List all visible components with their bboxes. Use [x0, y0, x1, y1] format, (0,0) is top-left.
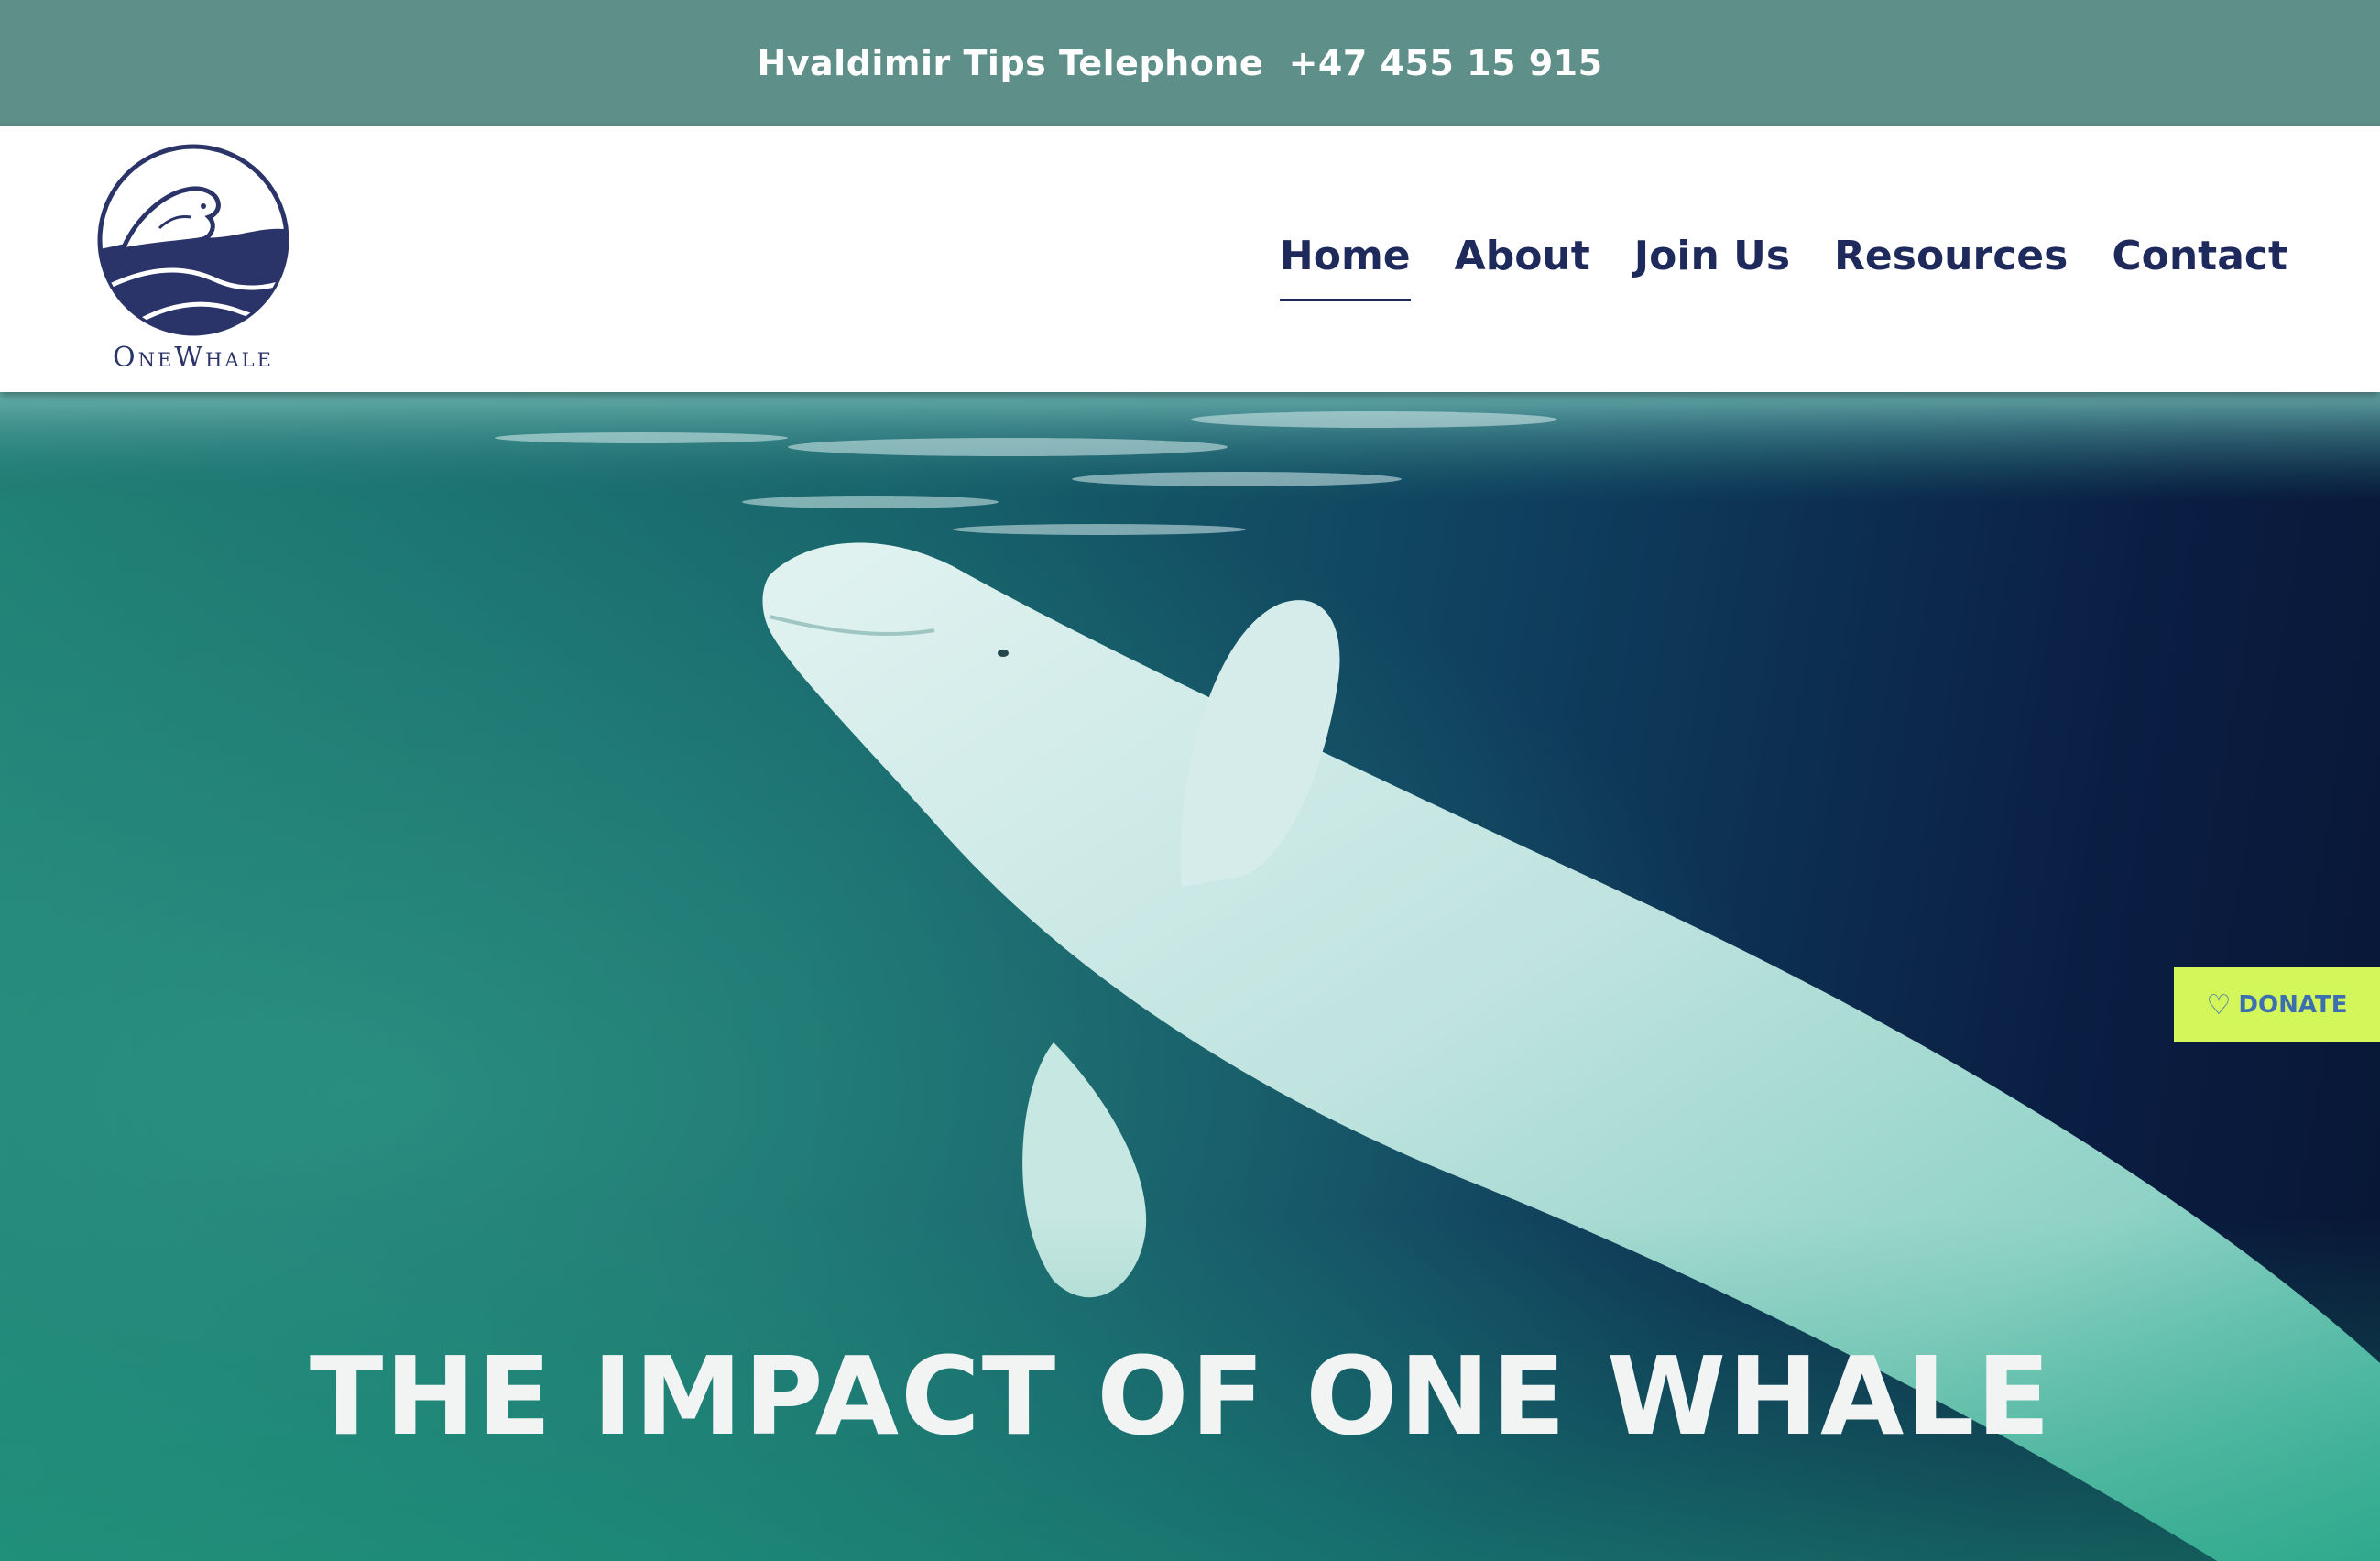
hero-title: THE IMPACT OF ONE WHALE	[309, 1333, 2053, 1459]
nav-item-home[interactable]: Home	[1279, 233, 1411, 301]
donate-button[interactable]: ♡ DONATE	[2174, 967, 2380, 1042]
main-navigation: Home About Join Us Resources Contact	[1279, 233, 2287, 301]
nav-item-contact[interactable]: Contact	[2112, 233, 2287, 301]
tips-announcement-bar: Hvaldimir Tips Telephone +47 455 15 915	[0, 0, 2380, 126]
nav-item-resources[interactable]: Resources	[1834, 233, 2068, 301]
nav-item-join-us[interactable]: Join Us	[1634, 233, 1790, 301]
heart-icon: ♡	[2206, 988, 2232, 1021]
logo-wordmark: OneWhale	[113, 342, 274, 374]
tips-telephone-text[interactable]: Hvaldimir Tips Telephone +47 455 15 915	[757, 43, 1602, 83]
site-logo[interactable]: OneWhale	[90, 142, 297, 380]
donate-label: DONATE	[2238, 991, 2348, 1019]
site-header: OneWhale Home About Join Us Resources Co…	[0, 126, 2380, 392]
hero-banner: THE IMPACT OF ONE WHALE	[0, 392, 2380, 1561]
nav-item-about[interactable]: About	[1455, 233, 1590, 301]
page: Hvaldimir Tips Telephone +47 455 15 915 …	[0, 0, 2380, 1561]
beluga-logo-icon	[97, 144, 289, 336]
